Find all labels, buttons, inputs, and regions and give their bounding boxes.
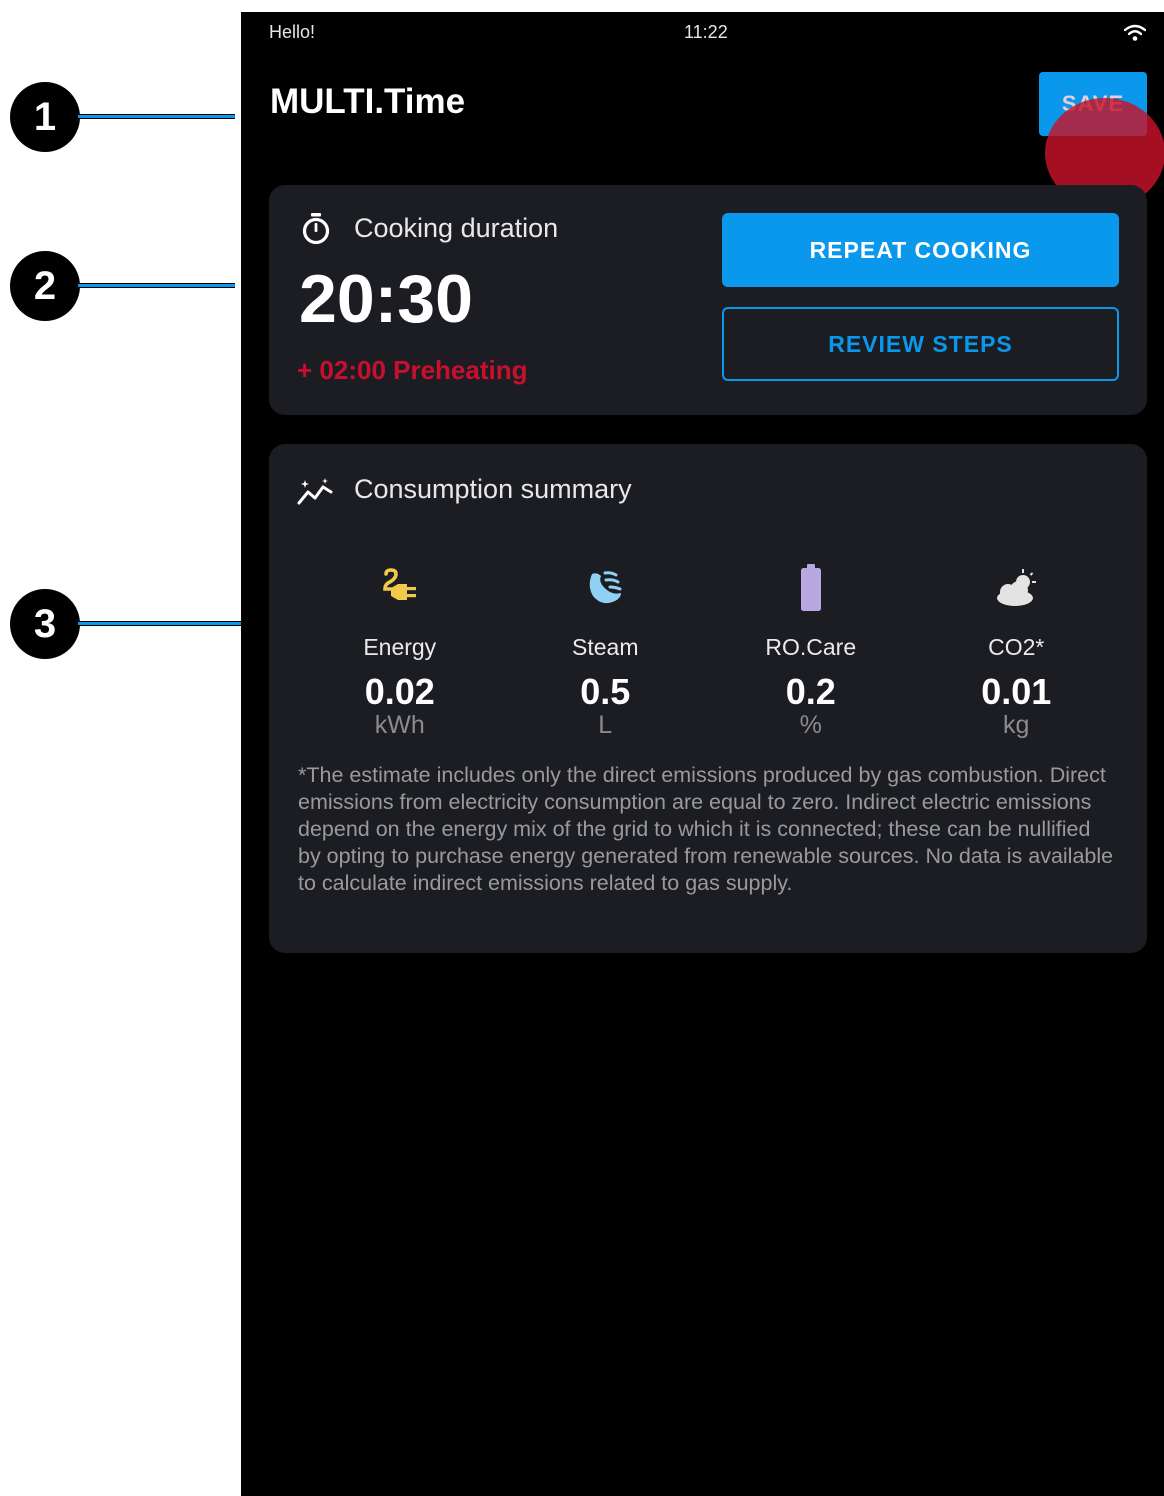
consumption-summary-title: Consumption summary xyxy=(354,474,632,504)
metric-energy: Energy 0.02 kWh xyxy=(297,562,503,742)
app-screen: Hello! 11:22 MULTI.Time SAVE Cooking dur… xyxy=(241,12,1164,1496)
callout-1-line xyxy=(78,114,235,119)
energy-plug-icon xyxy=(382,568,416,600)
consumption-summary-card: Consumption summary Energy 0.02 kWh Stea… xyxy=(269,444,1147,953)
metric-unit: L xyxy=(598,711,613,739)
metric-ro-care: RO.Care 0.2 % xyxy=(708,562,914,742)
metric-unit: kWh xyxy=(374,711,425,739)
metric-unit: kg xyxy=(1003,711,1030,739)
timer-icon xyxy=(302,213,330,245)
page-title: MULTI.Time xyxy=(270,82,466,121)
metrics-row: Energy 0.02 kWh Steam 0.5 L RO.Care 0.2 … xyxy=(297,562,1119,742)
battery-icon xyxy=(800,564,821,611)
metric-label: Steam xyxy=(572,634,639,660)
emissions-disclaimer: *The estimate includes only the direct e… xyxy=(298,763,1114,895)
metric-value: 0.2 xyxy=(785,671,836,712)
callout-2-line xyxy=(78,283,235,288)
metric-label: RO.Care xyxy=(765,634,857,660)
metric-label: Energy xyxy=(363,634,437,660)
repeat-cooking-button[interactable]: REPEAT COOKING xyxy=(722,213,1119,287)
metric-unit: % xyxy=(799,711,822,739)
callout-2: 2 xyxy=(10,251,80,321)
duration-value: 20:30 xyxy=(299,261,473,337)
metric-co2: CO2* 0.01 kg xyxy=(914,562,1120,742)
metric-value: 0.5 xyxy=(580,671,631,712)
callout-3: 3 xyxy=(10,589,80,659)
callout-1: 1 xyxy=(10,82,80,152)
review-steps-button[interactable]: REVIEW STEPS xyxy=(722,307,1119,381)
preheating-text: + 02:00 Preheating xyxy=(297,355,528,385)
metric-value: 0.02 xyxy=(364,671,435,712)
cooking-duration-title: Cooking duration xyxy=(354,213,559,243)
cooking-duration-card: Cooking duration 20:30 + 02:00 Preheatin… xyxy=(269,185,1147,415)
chart-icon xyxy=(297,478,333,505)
status-time: 11:22 xyxy=(684,22,728,42)
metric-value: 0.01 xyxy=(981,671,1052,712)
cloud-icon xyxy=(997,569,1037,606)
steam-icon xyxy=(589,571,622,604)
wifi-icon xyxy=(1124,24,1146,41)
metric-label: CO2* xyxy=(988,634,1045,660)
metric-steam: Steam 0.5 L xyxy=(503,562,709,742)
status-greeting: Hello! xyxy=(269,22,316,42)
